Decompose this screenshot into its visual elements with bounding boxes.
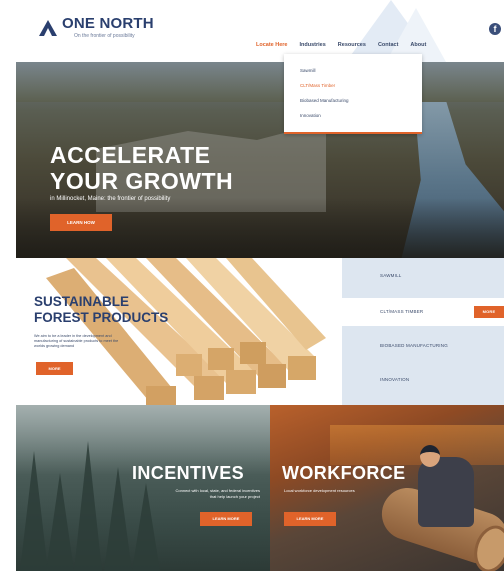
hero-subtitle: in Millinocket, Maine: the frontier of p… <box>50 196 171 202</box>
logo-mountain-icon <box>39 19 57 36</box>
side-item-label: CLT/MASS TIMBER <box>380 309 424 314</box>
workforce-panel: WORKFORCE Local workforce development re… <box>270 405 504 571</box>
industry-side-menu: SAWMILL CLT/MASS TIMBER MORE BIOBASED MA… <box>342 258 504 405</box>
header-watermark-triangle <box>346 0 446 62</box>
learn-how-button[interactable]: LEARN HOW <box>50 214 112 231</box>
worker-image <box>418 457 474 527</box>
incentives-panel: INCENTIVES Connect with local, state, an… <box>16 405 270 571</box>
workforce-subtitle: Local workforce development resources <box>284 488 355 493</box>
workforce-learn-more-button[interactable]: LEARN MORE <box>284 512 336 526</box>
nav-item-industries[interactable]: Industries <box>300 42 326 48</box>
incentives-subtitle: Connect with local, state, and federal i… <box>175 488 261 499</box>
industries-dropdown: Sawmill CLT/Mass Timber Biobased Manufac… <box>284 54 422 134</box>
dropdown-item-biobased-manufacturing[interactable]: Biobased Manufacturing <box>284 93 422 108</box>
incentives-title: INCENTIVES <box>132 463 245 483</box>
site-header: ONE NORTH On the frontier of possibility… <box>16 0 504 62</box>
incentives-learn-more-button[interactable]: LEARN MORE <box>200 512 252 526</box>
side-item-sawmill[interactable]: SAWMILL <box>342 262 504 290</box>
forest-more-button[interactable]: MORE <box>36 362 73 375</box>
hero-tree-line <box>16 62 504 102</box>
dropdown-item-innovation[interactable]: Innovation <box>284 108 422 123</box>
side-item-innovation[interactable]: INNOVATION <box>342 366 504 394</box>
dropdown-item-clt-mass-timber[interactable]: CLT/Mass Timber <box>284 78 422 93</box>
workforce-title: WORKFORCE <box>282 463 406 483</box>
forest-products-section: SUSTAINABLE FOREST PRODUCTS We aim to be… <box>16 258 504 405</box>
hero-title: ACCELERATE YOUR GROWTH <box>50 142 234 194</box>
dropdown-item-sawmill[interactable]: Sawmill <box>284 63 422 78</box>
main-nav: Locate Here Industries Resources Contact… <box>256 42 426 48</box>
side-more-button[interactable]: MORE <box>474 306 504 318</box>
logo-tagline: On the frontier of possibility <box>74 33 135 39</box>
logo-name: ONE NORTH <box>62 15 154 32</box>
nav-item-about[interactable]: About <box>410 42 426 48</box>
side-item-clt-mass-timber[interactable]: CLT/MASS TIMBER MORE <box>342 298 504 326</box>
nav-item-locate-here[interactable]: Locate Here <box>256 42 288 48</box>
forest-description: We aim to be a leader in the development… <box>34 334 119 348</box>
facebook-icon[interactable]: f <box>489 23 501 35</box>
lumber-image <box>46 258 326 405</box>
page: ONE NORTH On the frontier of possibility… <box>16 0 504 571</box>
side-item-biobased-manufacturing[interactable]: BIOBASED MANUFACTURING <box>342 332 504 360</box>
logo[interactable]: ONE NORTH On the frontier of possibility <box>38 16 154 39</box>
hero-section: ACCELERATE YOUR GROWTH in Millinocket, M… <box>16 62 504 258</box>
nav-item-resources[interactable]: Resources <box>338 42 366 48</box>
forest-title: SUSTAINABLE FOREST PRODUCTS <box>34 294 169 325</box>
nav-item-contact[interactable]: Contact <box>378 42 398 48</box>
